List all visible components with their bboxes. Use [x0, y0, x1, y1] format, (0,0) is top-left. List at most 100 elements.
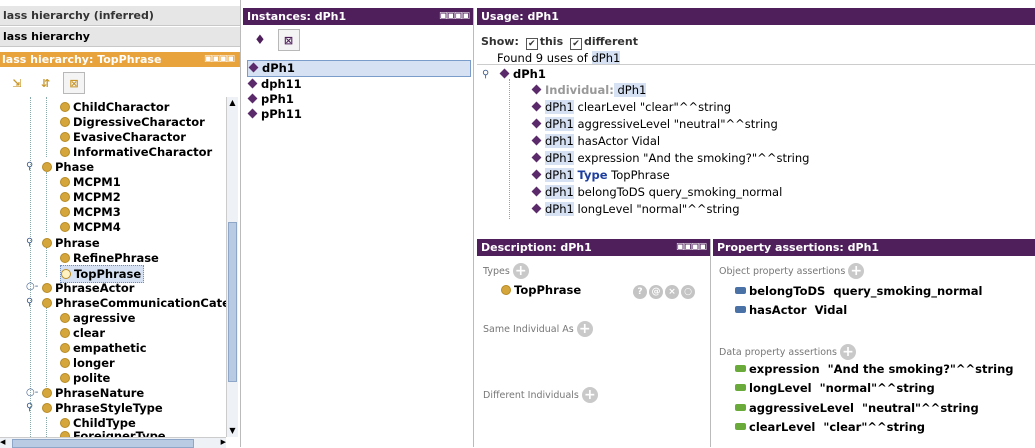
expand-toggle-icon[interactable]: ○- [26, 387, 38, 398]
data-property-row[interactable]: aggressiveLevel "neutral"^^string [735, 401, 979, 415]
tree-item[interactable]: DigressiveCharactor [60, 114, 205, 130]
list-item[interactable]: dph11 [247, 77, 471, 92]
expand-toggle-icon[interactable]: ○- [26, 281, 38, 292]
add-sibling-button[interactable]: ⇵ [35, 72, 57, 94]
help-icon[interactable]: ? [633, 285, 647, 299]
property-assertions-title: Property assertions: dPh1 [717, 241, 880, 254]
object-property-icon [735, 306, 746, 313]
different-checkbox[interactable]: ✔ [569, 38, 582, 50]
tree-item[interactable]: PhraseStyleType [42, 400, 163, 416]
usage-row[interactable]: dPh1 belongToDS query_smoking_normal [531, 183, 782, 201]
tree-item[interactable]: MCPM1 [60, 174, 121, 190]
tree-item[interactable]: Phrase [42, 235, 100, 251]
tree-vertical-scrollbar[interactable]: ▲ ▼ [226, 97, 238, 437]
delete-individual-button[interactable]: ⊠ [277, 29, 300, 51]
tree-item[interactable]: Phase [42, 159, 94, 175]
individual-icon [247, 93, 258, 104]
usage-row[interactable]: dPh1 clearLevel "clear"^^string [531, 98, 731, 116]
tree-item[interactable]: PhraseActor [42, 280, 134, 296]
scroll-thumb[interactable] [228, 222, 237, 382]
usage-row[interactable]: dPh1 aggressiveLevel "neutral"^^string [531, 115, 778, 133]
expand-toggle-icon[interactable]: ⚲ [482, 69, 489, 80]
tree-item[interactable]: RefinePhrase [60, 250, 159, 266]
remove-icon[interactable]: × [665, 285, 679, 299]
tree-item[interactable]: MCPM4 [60, 219, 121, 235]
data-property-section: Data property assertions + [719, 344, 857, 360]
instances-toolbar: ♦ ⊠ [249, 29, 303, 51]
edit-icon[interactable]: ○ [681, 285, 695, 299]
expand-toggle-icon[interactable]: ⚲ [26, 161, 33, 172]
list-item[interactable]: pPh11 [247, 107, 471, 122]
view-controls-icon[interactable]: ▣▣▣▣ [204, 52, 235, 67]
types-section: Types + [483, 263, 529, 279]
class-icon [60, 132, 70, 142]
add-individual-button[interactable]: ♦ [249, 29, 271, 51]
data-property-row[interactable]: clearLevel "clear"^^string [735, 420, 925, 434]
add-data-property-button[interactable]: + [840, 344, 857, 360]
property-assertions-header: Property assertions: dPh1 [713, 239, 1035, 256]
class-icon [501, 285, 511, 295]
description-header: Description: dPh1 ▣▣▣▣ [477, 239, 710, 256]
add-different-individual-button[interactable]: + [581, 387, 598, 403]
add-type-button[interactable]: + [512, 263, 529, 279]
tree-item[interactable]: ForeignerType [60, 428, 166, 437]
class-icon [60, 102, 70, 112]
tree-line [46, 417, 47, 437]
tree-item[interactable]: longer [60, 355, 115, 371]
scroll-down-icon[interactable]: ▼ [227, 425, 238, 437]
view-controls-icon[interactable]: ▣▣▣▣ [439, 8, 470, 25]
add-object-property-button[interactable]: + [848, 263, 865, 279]
list-item[interactable]: pPh1 [247, 92, 471, 107]
tree-item[interactable]: agressive [60, 310, 135, 326]
expand-toggle-icon[interactable]: ⚲ [26, 237, 33, 248]
annotate-icon[interactable]: @ [649, 285, 663, 299]
class-icon [60, 117, 70, 127]
scroll-left-icon[interactable]: ◀ [0, 438, 5, 446]
instances-header: Instances: dPh1 ▣▣▣▣ [243, 8, 473, 25]
tree-item[interactable]: PhraseNature [42, 385, 144, 401]
tree-item[interactable]: EvasiveCharactor [60, 129, 186, 145]
usage-row[interactable]: dPh1 Type TopPhrase [531, 166, 670, 184]
class-icon [42, 403, 52, 413]
tree-item[interactable]: ChildCharactor [60, 99, 169, 115]
view-controls-icon[interactable]: ▣▣▣▣ [676, 239, 707, 256]
object-property-row[interactable]: belongToDS query_smoking_normal [735, 284, 982, 298]
tree-item[interactable]: PhraseCommunicationCateg [42, 295, 226, 311]
data-property-row[interactable]: longLevel "normal"^^string [735, 381, 935, 395]
class-icon [61, 269, 71, 279]
tree-item[interactable]: InformativeCharactor [60, 144, 212, 160]
individual-icon [247, 108, 258, 119]
add-same-individual-button[interactable]: + [576, 321, 593, 337]
tab-class-hierarchy-inferred[interactable]: lass hierarchy (inferred) [0, 6, 240, 26]
scroll-right-icon[interactable]: ▶ [221, 438, 226, 446]
tree-horizontal-scrollbar[interactable]: ◀ ▶ [0, 437, 226, 448]
data-property-icon [735, 423, 746, 430]
tree-item[interactable]: MCPM3 [60, 204, 121, 220]
usage-panel: Usage: dPh1 Show: ✔ this ✔ different Found… [477, 8, 1035, 234]
tab-class-hierarchy[interactable]: lass hierarchy [0, 27, 240, 47]
scroll-up-icon[interactable]: ▲ [227, 97, 238, 109]
tree-item[interactable]: polite [60, 370, 110, 386]
class-icon [60, 418, 70, 428]
this-checkbox[interactable]: ✔ [525, 38, 538, 50]
expand-toggle-icon[interactable]: ⚲ [26, 297, 33, 308]
add-subclass-button[interactable]: ⇲ [6, 72, 28, 94]
tree-line [46, 97, 47, 157]
data-property-row[interactable]: expression "And the smoking?"^^string [735, 362, 1014, 376]
object-property-icon [735, 287, 746, 294]
delete-class-button[interactable]: ⊠ [63, 72, 85, 94]
usage-row[interactable]: dPh1 longLevel "normal"^^string [531, 200, 740, 218]
usage-row[interactable]: dPh1 expression "And the smoking?"^^stri… [531, 149, 809, 167]
tree-item[interactable]: MCPM2 [60, 189, 121, 205]
tree-item[interactable]: clear [60, 325, 105, 341]
tree-item[interactable]: empathetic [60, 340, 147, 356]
class-icon [60, 222, 70, 232]
class-icon [60, 207, 70, 217]
object-property-row[interactable]: hasActor Vidal [735, 303, 847, 317]
usage-row[interactable]: dPh1 hasActor Vidal [531, 132, 660, 150]
usage-row[interactable]: Individual: dPh1 [531, 81, 647, 99]
expand-toggle-icon[interactable]: ⚲ [26, 402, 33, 413]
description-panel: Description: dPh1 ▣▣▣▣ Types + TopPhrase … [477, 239, 711, 447]
list-item[interactable]: dPh1 [247, 60, 471, 77]
type-row[interactable]: TopPhrase ? @ × ○ [501, 283, 701, 299]
